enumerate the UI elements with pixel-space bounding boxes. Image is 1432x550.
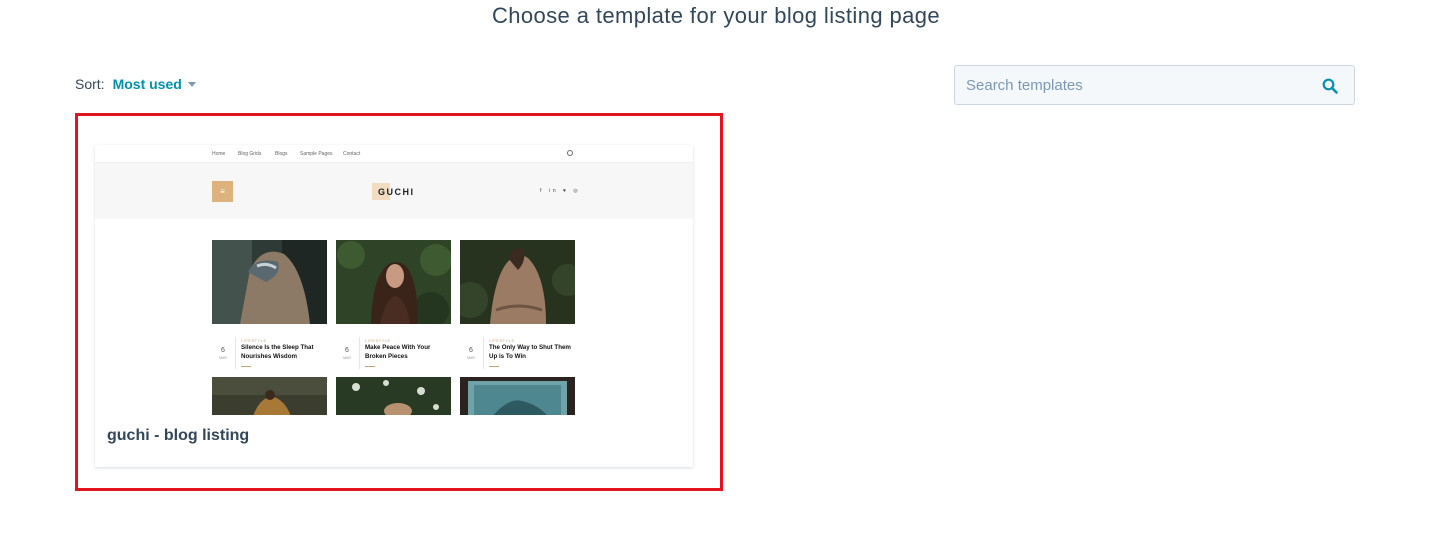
preview-post-category: LIFESTYLE (365, 338, 391, 343)
preview-post-day: 6 (469, 347, 473, 354)
preview-post-month: MAR (219, 356, 227, 360)
sort-control: Sort: Most used (75, 76, 196, 92)
preview-post-tile: 6 MAR LIFESTYLE Make Peace With Your Bro… (336, 240, 452, 415)
preview-post-title: Silence Is the Sleep That Nourishes Wisd… (241, 344, 314, 360)
preview-nav-item: Blog Grids (238, 151, 262, 157)
preview-post-tile: 6 MAR LIFESTYLE Silence Is the Sleep Tha… (212, 240, 327, 415)
preview-header: ≡ GUCHI f in ♥ ◎ (95, 163, 693, 219)
sort-value: Most used (112, 76, 182, 92)
template-name: guchi - blog listing (107, 427, 250, 444)
preview-post-title: Make Peace With Your Broken Pieces (365, 344, 431, 360)
preview-post-category: LIFESTYLE (489, 338, 515, 343)
search-box (954, 65, 1355, 105)
preview-nav-item: Blogs (275, 151, 288, 157)
preview-post-month: MAR (467, 356, 475, 360)
sort-dropdown[interactable]: Most used (113, 76, 196, 92)
preview-post-month: MAR (343, 356, 351, 360)
search-input[interactable] (955, 66, 1315, 104)
caret-down-icon (187, 82, 196, 87)
page-title: Choose a template for your blog listing … (491, 3, 941, 28)
preview-nav-item: Sample Pages (300, 151, 333, 157)
preview-post-title: The Only Way to Shut Them Up is To Win (489, 344, 571, 360)
sort-label: Sort: (75, 76, 105, 92)
template-preview: Home Blog Grids Blogs Sample Pages Conta… (95, 145, 693, 415)
preview-nav: Home Blog Grids Blogs Sample Pages Conta… (95, 145, 693, 163)
preview-nav-item: Home (212, 151, 226, 157)
preview-post-day: 6 (345, 347, 349, 354)
preview-social-icons: f in ♥ ◎ (540, 188, 581, 194)
preview-post-tile: 6 MAR LIFESTYLE The Only Way to Shut The… (452, 240, 584, 415)
preview-nav-item: Contact (343, 151, 361, 157)
template-card[interactable]: Home Blog Grids Blogs Sample Pages Conta… (95, 145, 693, 467)
preview-post-image (212, 377, 327, 415)
preview-menu-icon: ≡ (212, 181, 233, 202)
preview-post-category: LIFESTYLE (241, 338, 267, 343)
preview-post-image (460, 377, 575, 415)
preview-post-image (452, 240, 584, 324)
preview-search-icon (567, 150, 573, 156)
preview-logo: GUCHI (378, 187, 415, 197)
preview-post-day: 6 (221, 347, 225, 354)
preview-post-image (336, 377, 451, 415)
preview-post-image (212, 240, 327, 324)
search-icon[interactable] (1322, 78, 1338, 94)
preview-post-image (336, 240, 452, 328)
